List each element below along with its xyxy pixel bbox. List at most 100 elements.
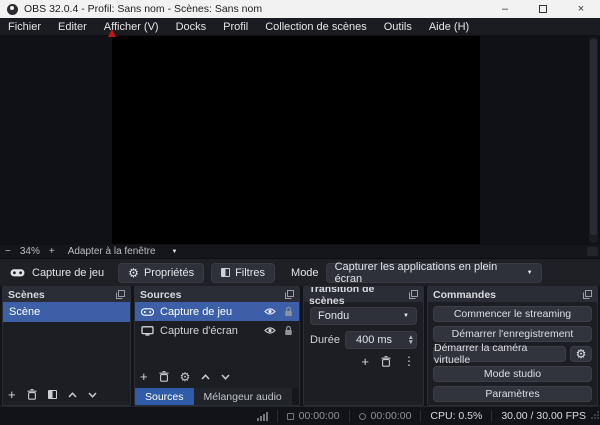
menu-outils[interactable]: Outils bbox=[384, 21, 412, 33]
preview-area[interactable] bbox=[0, 36, 600, 245]
tab-melangeur-audio[interactable]: Mélangeur audio bbox=[194, 388, 292, 405]
transition-select[interactable]: Fondu ▼ bbox=[310, 307, 417, 325]
scene-list-item[interactable]: Scène bbox=[3, 302, 130, 322]
scene-name: Scène bbox=[9, 306, 40, 318]
scenes-panel-title: Scènes bbox=[8, 289, 45, 301]
preview-vertical-scrollbar[interactable] bbox=[589, 37, 598, 243]
source-name: Capture d'écran bbox=[160, 325, 238, 337]
red-cursor-marker-icon bbox=[108, 29, 116, 37]
move-scene-down-button[interactable] bbox=[88, 392, 97, 398]
visibility-eye-icon[interactable] bbox=[264, 307, 276, 316]
scene-filters-button[interactable] bbox=[48, 390, 57, 399]
menu-fichier[interactable]: Fichier bbox=[8, 21, 41, 33]
maximize-button[interactable] bbox=[524, 0, 562, 18]
popout-icon[interactable] bbox=[116, 290, 125, 299]
source-name: Capture de jeu bbox=[160, 306, 232, 318]
popout-icon[interactable] bbox=[285, 290, 294, 299]
source-list-item[interactable]: Capture de jeu bbox=[135, 302, 299, 321]
add-scene-button[interactable]: + bbox=[8, 388, 16, 401]
close-button[interactable]: × bbox=[562, 0, 600, 18]
source-list-item[interactable]: Capture d'écran bbox=[135, 321, 299, 340]
filters-button[interactable]: Filtres bbox=[211, 263, 275, 283]
menu-aide[interactable]: Aide (H) bbox=[429, 21, 469, 33]
dock-panels: Scènes Scène + bbox=[0, 286, 600, 406]
chevron-down-icon: ▼ bbox=[527, 270, 533, 276]
transition-panel: Transition de scènes Fondu ▼ Durée 400 m… bbox=[303, 286, 424, 406]
sources-list: Capture de jeu Capture d'écran + bbox=[135, 302, 299, 405]
record-time: 00:00:00 bbox=[371, 410, 412, 422]
scenes-list: Scène + bbox=[3, 302, 130, 405]
popout-icon[interactable] bbox=[409, 290, 418, 299]
capture-mode-select[interactable]: Capturer les applications en plein écran… bbox=[326, 263, 542, 283]
monitor-icon bbox=[141, 326, 154, 336]
remove-transition-button[interactable] bbox=[381, 356, 391, 367]
lock-icon[interactable] bbox=[284, 325, 293, 336]
record-timer: 00:00:00 bbox=[350, 410, 421, 422]
window-controls: – × bbox=[486, 0, 600, 18]
remove-scene-button[interactable] bbox=[27, 389, 37, 400]
status-bar: 00:00:00 00:00:00 CPU: 0.5% 30.00 / 30.0… bbox=[0, 406, 600, 425]
popout-icon[interactable] bbox=[583, 290, 592, 299]
move-source-down-button[interactable] bbox=[221, 374, 230, 380]
transition-value: Fondu bbox=[318, 310, 349, 322]
transition-toolbar: + ⋮ bbox=[310, 354, 417, 368]
sources-toolbar: + ⚙ bbox=[140, 370, 230, 383]
sources-panel: Sources Capture de jeu Capture d'écran bbox=[134, 286, 300, 406]
sources-panel-header[interactable]: Sources bbox=[135, 287, 299, 302]
fit-to-window-label[interactable]: Adapter à la fenêtre bbox=[68, 246, 156, 257]
stream-timer: 00:00:00 bbox=[278, 410, 349, 422]
scrollbar-corner bbox=[587, 247, 598, 256]
resize-grip[interactable] bbox=[591, 406, 599, 424]
settings-button[interactable]: Paramètres bbox=[433, 386, 592, 402]
lock-icon[interactable] bbox=[284, 306, 293, 317]
selected-source-name: Capture de jeu bbox=[32, 267, 104, 279]
studio-mode-button[interactable]: Mode studio bbox=[433, 366, 592, 382]
minimize-button[interactable]: – bbox=[486, 0, 524, 18]
zoom-out-button[interactable]: − bbox=[0, 246, 16, 257]
source-properties-gear-button[interactable]: ⚙ bbox=[180, 371, 191, 383]
start-virtual-camera-button[interactable]: Démarrer la caméra virtuelle bbox=[433, 346, 566, 362]
gamepad-icon bbox=[141, 308, 154, 316]
properties-button[interactable]: ⚙ Propriétés bbox=[118, 263, 204, 283]
add-transition-button[interactable]: + bbox=[361, 355, 369, 368]
transition-menu-button[interactable]: ⋮ bbox=[403, 354, 415, 368]
scenes-panel-header[interactable]: Scènes bbox=[3, 287, 130, 302]
obs-window: OBS 32.0.4 - Profil: Sans nom - Scènes: … bbox=[0, 0, 600, 425]
scene-filters-icon bbox=[48, 390, 57, 399]
duration-row: Durée 400 ms ▲▼ bbox=[310, 331, 417, 349]
preview-zoom-bar: − 34% + Adapter à la fenêtre ▼ bbox=[0, 245, 600, 259]
preview-vertical-scrollbar-thumb[interactable] bbox=[590, 39, 597, 235]
gear-icon: ⚙ bbox=[128, 267, 139, 279]
move-source-up-button[interactable] bbox=[201, 374, 210, 380]
add-source-button[interactable]: + bbox=[140, 370, 148, 383]
preview-canvas[interactable] bbox=[112, 36, 480, 244]
signal-bars-icon bbox=[257, 412, 268, 421]
visibility-eye-icon[interactable] bbox=[264, 326, 276, 335]
move-scene-up-button[interactable] bbox=[68, 392, 77, 398]
start-recording-button[interactable]: Démarrer l'enregistrement bbox=[433, 326, 592, 342]
menu-editer[interactable]: Editer bbox=[58, 21, 87, 33]
transition-panel-body: Fondu ▼ Durée 400 ms ▲▼ + ⋮ bbox=[304, 302, 423, 405]
filters-icon bbox=[221, 268, 230, 277]
menu-docks[interactable]: Docks bbox=[176, 21, 207, 33]
connection-status bbox=[248, 410, 277, 422]
menu-profil[interactable]: Profil bbox=[223, 21, 248, 33]
virtual-camera-settings-button[interactable]: ⚙ bbox=[570, 346, 592, 362]
menu-collection-de-scenes[interactable]: Collection de scènes bbox=[265, 21, 367, 33]
spin-down-icon[interactable]: ▼ bbox=[408, 340, 414, 345]
fps-indicator: 30.00 / 30.00 FPS bbox=[492, 410, 600, 422]
tab-sources[interactable]: Sources bbox=[135, 388, 194, 405]
remove-source-button[interactable] bbox=[159, 371, 169, 382]
transition-panel-header[interactable]: Transition de scènes bbox=[304, 287, 423, 302]
mode-label: Mode bbox=[291, 267, 319, 279]
fit-dropdown-arrow-icon[interactable]: ▼ bbox=[172, 249, 178, 255]
zoom-in-button[interactable]: + bbox=[44, 246, 60, 257]
duration-spinner[interactable]: 400 ms ▲▼ bbox=[345, 331, 417, 349]
start-streaming-button[interactable]: Commencer le streaming bbox=[433, 306, 592, 322]
scenes-panel: Scènes Scène + bbox=[2, 286, 131, 406]
duration-value: 400 ms bbox=[356, 334, 392, 346]
capture-mode-value: Capturer les applications en plein écran bbox=[335, 261, 527, 285]
commands-panel-header[interactable]: Commandes bbox=[428, 287, 597, 302]
scenes-toolbar: + bbox=[8, 388, 97, 401]
spinner-arrows[interactable]: ▲▼ bbox=[408, 335, 414, 345]
